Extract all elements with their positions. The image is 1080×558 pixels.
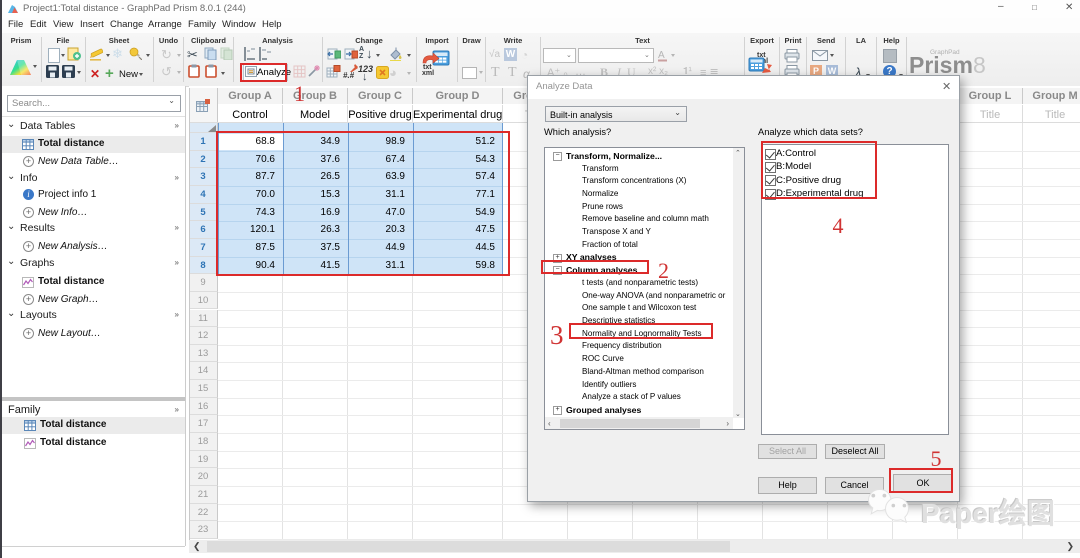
svg-text:A: A [658, 50, 665, 61]
svg-text:xml: xml [422, 70, 434, 75]
